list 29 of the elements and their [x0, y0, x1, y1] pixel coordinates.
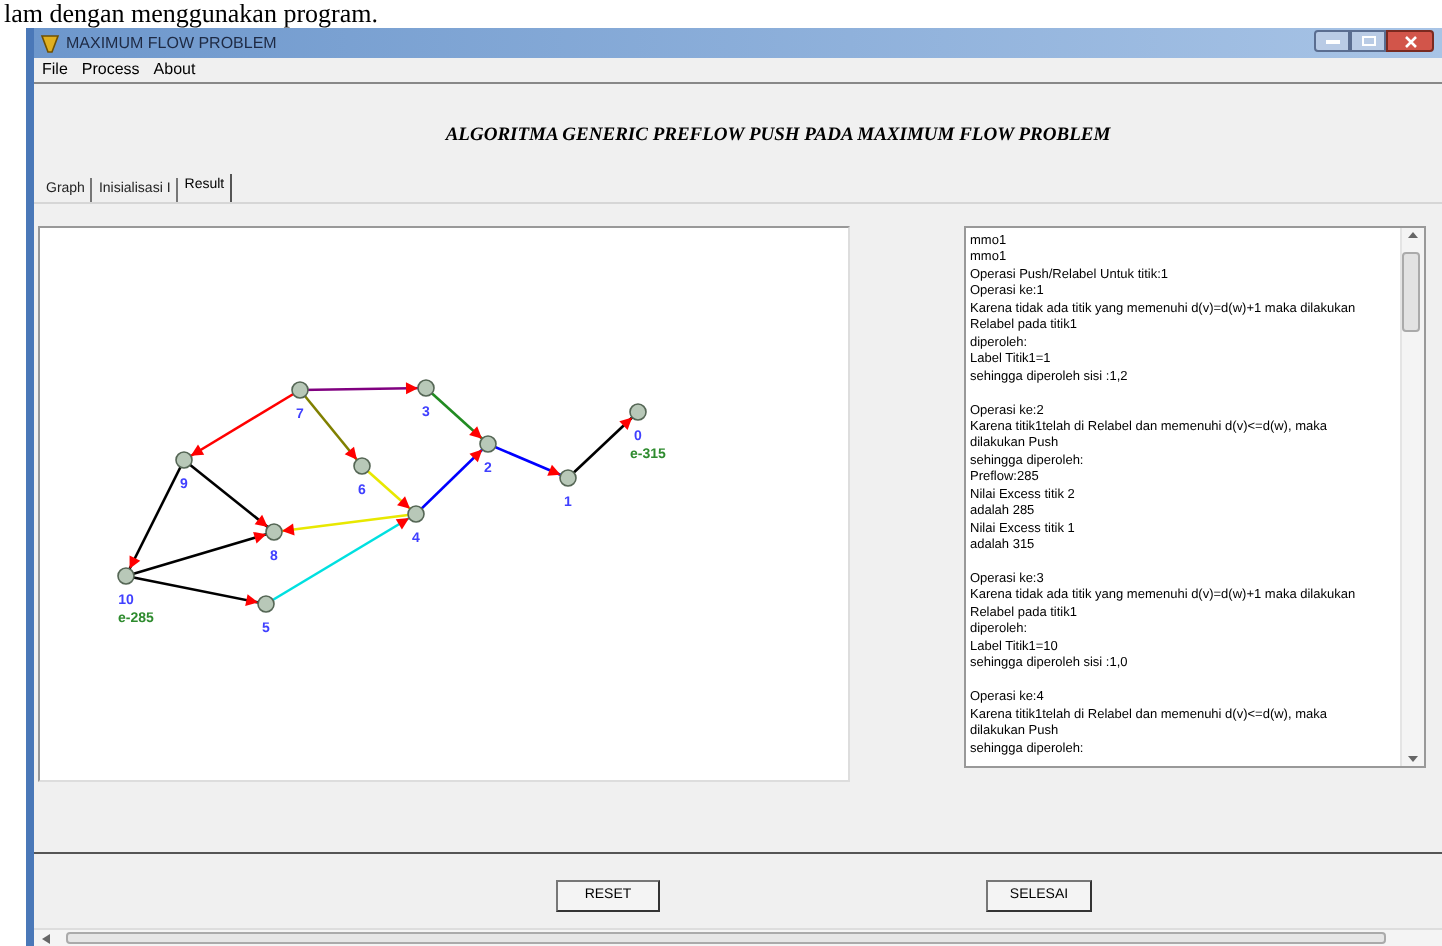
node-circle: [417, 379, 435, 397]
node-circle: [479, 435, 497, 453]
window-title: MAXIMUM FLOW PROBLEM: [66, 31, 277, 55]
menu-item[interactable]: File: [42, 58, 68, 82]
heading: ALGORITMA GENERIC PREFLOW PUSH PADA MAXIMUM FLOW PROBLEM: [445, 123, 1111, 150]
maximize-button[interactable]: [1350, 30, 1386, 52]
scroll-up-icon[interactable]: [1408, 232, 1418, 238]
node-circle: [175, 451, 193, 469]
menu-item[interactable]: About: [153, 58, 196, 82]
scrollbar[interactable]: [1400, 228, 1424, 766]
node-circle: [291, 381, 309, 399]
scroll-down-icon[interactable]: [1408, 756, 1418, 762]
node-circle: [265, 523, 283, 541]
close-button[interactable]: [1386, 30, 1434, 52]
document-text: lam dengan menggunakan program.: [2, 0, 380, 28]
node-circle: [559, 469, 577, 487]
close-icon: [1403, 35, 1417, 47]
horizontal-scrollbar[interactable]: [34, 928, 1442, 946]
node-circle: [629, 403, 647, 421]
scroll-thumb[interactable]: [1402, 252, 1420, 332]
node-circle: [407, 505, 425, 523]
menu-item[interactable]: Process: [81, 58, 140, 82]
app-icon: [40, 33, 60, 53]
node-circle: [257, 595, 275, 613]
node-circle: [353, 457, 371, 475]
node-circle: [117, 567, 135, 585]
scroll-thumb[interactable]: [66, 932, 1386, 944]
minimize-button[interactable]: [1314, 30, 1350, 52]
scroll-left-icon[interactable]: [42, 933, 50, 943]
